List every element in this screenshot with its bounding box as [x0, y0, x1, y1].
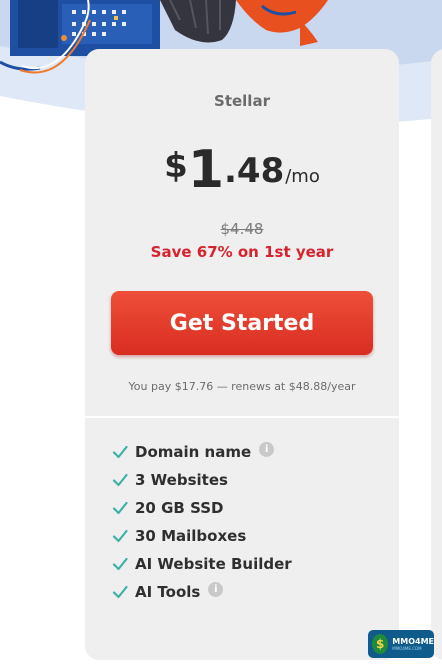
pricing-card-stellar: Stellar $ 1 .48 /mo $4.48 Save 67% on 1s… [85, 49, 399, 660]
feature-label: 3 Websites [135, 471, 228, 489]
feature-label: 20 GB SSD [135, 499, 224, 517]
watermark-text: MMO4ME MMO4ME.COM [392, 637, 434, 652]
renewal-note: You pay $17.76 — renews at $48.88/year [128, 380, 356, 393]
feature-item: Domain name i [111, 438, 292, 466]
price-cents: .48 [224, 151, 285, 191]
price-whole: 1 [187, 140, 224, 200]
divider [85, 416, 399, 418]
plan-name: Stellar [214, 92, 270, 110]
feature-label: AI Website Builder [135, 555, 292, 573]
feature-item: 3 Websites [111, 466, 292, 494]
feature-label: Domain name [135, 443, 252, 461]
feature-label: AI Tools [135, 583, 201, 601]
check-icon [112, 445, 128, 459]
savings-text: Save 67% on 1st year [150, 243, 334, 261]
price-currency: $ [164, 146, 188, 186]
info-icon[interactable]: i [259, 441, 275, 457]
feature-item: AI Tools i [111, 578, 292, 606]
check-icon [112, 585, 128, 599]
check-icon [112, 473, 128, 487]
coin-icon: $ [372, 634, 389, 654]
feature-label: 30 Mailboxes [135, 527, 247, 545]
next-plan-card-edge [431, 49, 442, 660]
feature-list: Domain name i 3 Websites 20 GB SSD 30 Ma… [111, 438, 292, 606]
feature-item: AI Website Builder [111, 550, 292, 578]
feature-item: 20 GB SSD [111, 494, 292, 522]
get-started-button[interactable]: Get Started [111, 291, 373, 355]
info-icon[interactable]: i [208, 581, 224, 597]
price: $ 1 .48 /mo [85, 144, 399, 202]
price-period: /mo [285, 166, 320, 187]
check-icon [112, 529, 128, 543]
watermark-subtitle: MMO4ME.COM [392, 645, 422, 651]
check-icon [112, 501, 128, 515]
watermark-badge: $ MMO4ME MMO4ME.COM [368, 630, 434, 658]
original-price: $4.48 [220, 220, 264, 238]
feature-item: 30 Mailboxes [111, 522, 292, 550]
check-icon [112, 557, 128, 571]
watermark-title: MMO4ME [392, 636, 434, 646]
